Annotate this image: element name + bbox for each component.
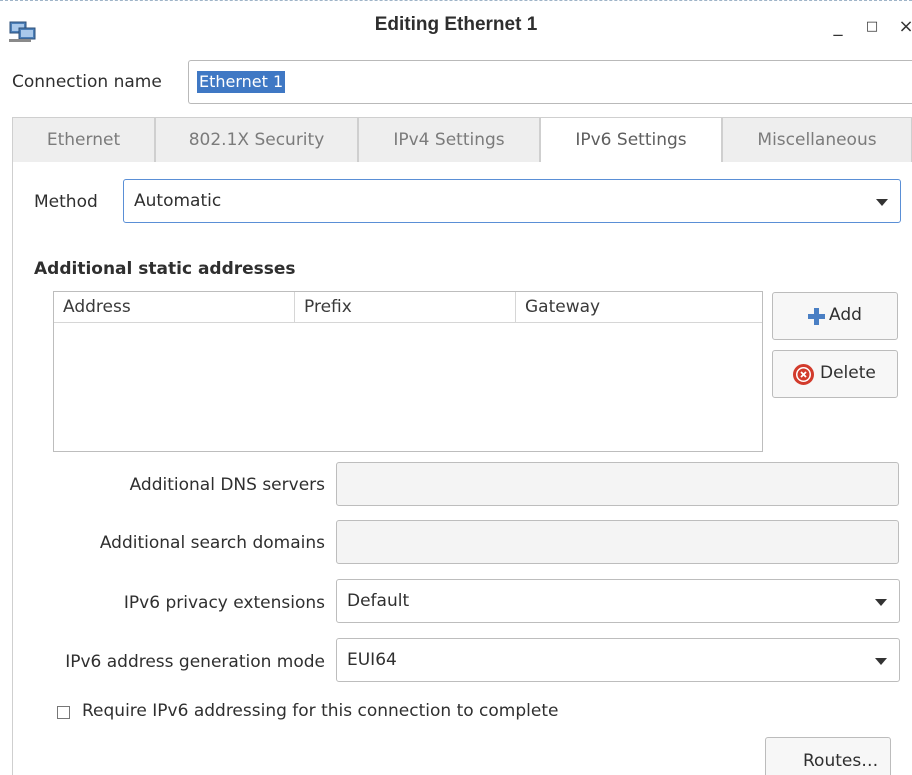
tab-ipv4-settings[interactable]: IPv4 Settings bbox=[358, 117, 540, 162]
require-ipv6-label[interactable]: Require IPv6 addressing for this connect… bbox=[82, 701, 558, 721]
dns-servers-input[interactable] bbox=[336, 462, 899, 506]
minimize-button[interactable]: _ bbox=[826, 15, 850, 39]
add-button[interactable]: Add bbox=[772, 292, 898, 340]
column-divider bbox=[294, 292, 295, 323]
tab-miscellaneous[interactable]: Miscellaneous bbox=[722, 117, 912, 162]
delete-icon bbox=[793, 364, 814, 385]
dns-servers-label: Additional DNS servers bbox=[129, 475, 325, 495]
ipv6-settings-panel: Method Automatic Additional static addre… bbox=[12, 162, 912, 775]
add-button-label: Add bbox=[829, 305, 862, 325]
delete-button[interactable]: Delete bbox=[772, 350, 898, 398]
title-bar[interactable]: Editing Ethernet 1 _ □ × bbox=[0, 0, 912, 56]
search-domains-input[interactable] bbox=[336, 520, 899, 564]
address-generation-mode-select[interactable]: EUI64 bbox=[336, 638, 900, 682]
plus-icon bbox=[808, 308, 825, 325]
static-addresses-table[interactable]: Address Prefix Gateway bbox=[53, 291, 763, 452]
chevron-down-icon bbox=[876, 199, 888, 206]
privacy-extensions-value: Default bbox=[347, 591, 410, 611]
chevron-down-icon bbox=[875, 658, 887, 665]
column-divider bbox=[515, 292, 516, 323]
settings-tabs: Ethernet 802.1X Security IPv4 Settings I… bbox=[12, 117, 912, 163]
delete-button-label: Delete bbox=[820, 363, 876, 383]
method-label: Method bbox=[34, 192, 98, 212]
method-select[interactable]: Automatic bbox=[123, 179, 901, 223]
window-title: Editing Ethernet 1 bbox=[374, 14, 538, 35]
search-domains-label: Additional search domains bbox=[99, 533, 325, 553]
table-header: Address Prefix Gateway bbox=[54, 292, 762, 323]
maximize-button[interactable]: □ bbox=[860, 15, 884, 39]
editing-connection-window: Editing Ethernet 1 _ □ × Connection name… bbox=[0, 0, 912, 775]
require-ipv6-checkbox[interactable] bbox=[57, 706, 70, 719]
close-button[interactable]: × bbox=[894, 15, 912, 39]
address-generation-mode-value: EUI64 bbox=[347, 650, 397, 670]
privacy-extensions-select[interactable]: Default bbox=[336, 579, 900, 623]
connection-name-input[interactable]: Ethernet 1 bbox=[188, 60, 912, 104]
tab-802-1x-security[interactable]: 802.1X Security bbox=[155, 117, 358, 162]
chevron-down-icon bbox=[875, 599, 887, 606]
method-value: Automatic bbox=[134, 191, 222, 211]
column-gateway[interactable]: Gateway bbox=[525, 297, 600, 321]
tab-ipv6-settings[interactable]: IPv6 Settings bbox=[540, 117, 722, 163]
static-addresses-title: Additional static addresses bbox=[34, 259, 296, 279]
address-generation-mode-label: IPv6 address generation mode bbox=[65, 652, 325, 672]
connection-name-label: Connection name bbox=[12, 72, 162, 92]
routes-button-label: Routes… bbox=[803, 751, 879, 771]
column-address[interactable]: Address bbox=[63, 297, 131, 321]
connection-name-value: Ethernet 1 bbox=[197, 71, 286, 93]
privacy-extensions-label: IPv6 privacy extensions bbox=[123, 593, 325, 613]
routes-button[interactable]: Routes… bbox=[765, 737, 891, 775]
tab-ethernet[interactable]: Ethernet bbox=[12, 117, 155, 162]
column-prefix[interactable]: Prefix bbox=[304, 297, 352, 321]
